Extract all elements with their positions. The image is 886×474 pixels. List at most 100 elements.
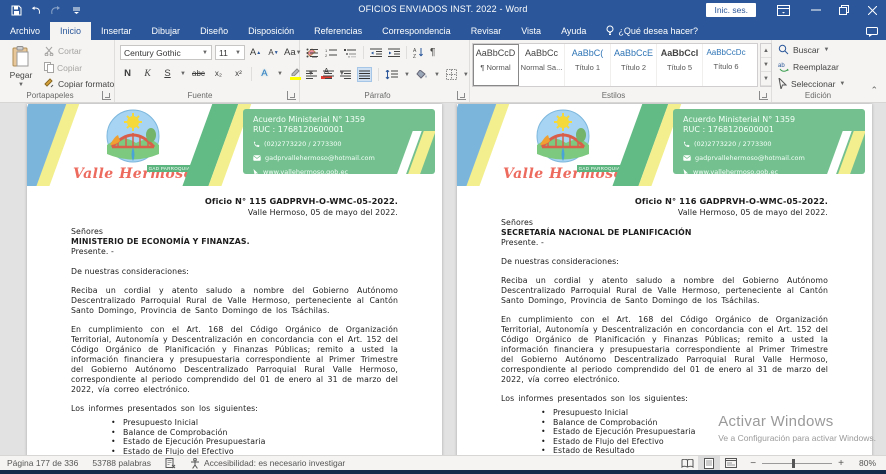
feedback-icon[interactable]	[866, 27, 878, 37]
styles-scroll-down-icon[interactable]: ▼	[761, 58, 771, 72]
paste-button[interactable]: Pegar ▼	[4, 42, 38, 88]
select-caret-icon: ▼	[839, 81, 845, 87]
undo-icon[interactable]	[30, 4, 42, 16]
page-indicator[interactable]: Página 177 de 336	[0, 458, 85, 468]
restore-button[interactable]	[830, 0, 858, 20]
line-spacing-button[interactable]	[385, 70, 398, 80]
print-layout-button[interactable]	[698, 456, 720, 470]
bullets-button[interactable]	[306, 48, 319, 58]
multilevel-list-button[interactable]	[344, 48, 357, 58]
tab-inicio[interactable]: Inicio	[50, 22, 91, 40]
justify-button[interactable]	[357, 67, 372, 82]
style-titulo-5[interactable]: AaBbCcI Título 5	[657, 44, 703, 86]
accessibility-status[interactable]: Accesibilidad: es necesario investigar	[183, 458, 352, 469]
copy-button[interactable]: Copiar	[44, 62, 82, 73]
align-right-button[interactable]	[340, 70, 351, 80]
borders-caret-icon[interactable]: ▼	[463, 72, 469, 78]
tab-revisar[interactable]: Revisar	[461, 22, 512, 40]
document-page-2[interactable]: Valle Hermoso GAD PARROQUIAL Acuerdo Min…	[457, 104, 872, 455]
paragraph-dialog-launcher-icon[interactable]	[457, 91, 466, 100]
strikethrough-button[interactable]: abc	[191, 66, 206, 81]
tab-disposicion[interactable]: Disposición	[238, 22, 304, 40]
grow-font-button[interactable]: A▲	[248, 45, 263, 60]
tab-vista[interactable]: Vista	[511, 22, 551, 40]
group-styles: AaBbCcD ¶ Normal AaBbCc Normal Sa... AaB…	[470, 40, 772, 102]
style-normal-sa[interactable]: AaBbCc Normal Sa...	[519, 44, 565, 86]
customize-qat-icon[interactable]	[70, 4, 82, 16]
style-normal[interactable]: AaBbCcD ¶ Normal	[473, 44, 519, 86]
shading-button[interactable]	[416, 70, 428, 79]
align-left-button[interactable]	[306, 70, 317, 80]
zoom-out-icon[interactable]: −	[750, 458, 756, 469]
underline-button[interactable]: S	[160, 66, 175, 81]
tab-insertar[interactable]: Insertar	[91, 22, 142, 40]
font-size-combobox[interactable]: 11▼	[215, 45, 245, 60]
tab-referencias[interactable]: Referencias	[304, 22, 372, 40]
zoom-in-icon[interactable]: +	[838, 458, 844, 469]
word-count[interactable]: 53788 palabras	[85, 458, 158, 468]
presente: Presente. -	[501, 238, 828, 248]
document-page-1[interactable]: Valle Hermoso GAD PARROQUIAL Acuerdo Min…	[27, 104, 442, 455]
select-button[interactable]: Seleccionar ▼	[778, 78, 845, 89]
styles-scroll-up-icon[interactable]: ▲	[761, 44, 771, 58]
find-button[interactable]: Buscar ▼	[778, 44, 829, 55]
increase-indent-button[interactable]	[388, 48, 400, 58]
ribbon-display-options-icon[interactable]	[770, 0, 796, 20]
font-name-combobox[interactable]: Century Gothic▼	[120, 45, 212, 60]
tell-me-box[interactable]: ¿Qué desea hacer?	[596, 21, 708, 40]
minimize-button[interactable]	[802, 0, 830, 20]
style-titulo-1[interactable]: AaBbC( Título 1	[565, 44, 611, 86]
underline-caret-icon[interactable]: ▼	[180, 71, 186, 77]
tab-archivo[interactable]: Archivo	[0, 22, 50, 40]
line-spacing-caret-icon[interactable]: ▼	[404, 72, 410, 78]
save-icon[interactable]	[10, 4, 22, 16]
text-effects-button[interactable]: A	[257, 66, 272, 81]
tab-diseno[interactable]: Diseño	[190, 22, 238, 40]
list-item: Presupuesto Inicial	[123, 418, 398, 428]
styles-more-icon[interactable]: ▼	[761, 72, 771, 86]
show-marks-button[interactable]: ¶	[430, 47, 435, 58]
text-effects-caret-icon[interactable]: ▼	[277, 71, 283, 77]
group-label-clipboard: Portapapeles	[0, 91, 100, 100]
zoom-slider[interactable]: − +	[750, 458, 844, 469]
cut-button[interactable]: Cortar	[44, 46, 82, 56]
tab-ayuda[interactable]: Ayuda	[551, 22, 596, 40]
email-icon	[253, 155, 261, 161]
align-center-button[interactable]	[323, 70, 334, 80]
clipboard-dialog-launcher-icon[interactable]	[102, 91, 111, 100]
collapse-ribbon-icon[interactable]: ⌃	[870, 85, 878, 96]
svg-text:2: 2	[325, 53, 328, 58]
styles-gallery: AaBbCcD ¶ Normal AaBbCc Normal Sa... AaB…	[472, 43, 758, 87]
numbering-button[interactable]: 12	[325, 48, 338, 58]
change-case-button[interactable]: Aa▼	[284, 45, 302, 60]
replace-icon: ab	[778, 61, 789, 72]
zoom-level[interactable]: 80%	[852, 458, 886, 468]
web-layout-button[interactable]	[720, 456, 742, 470]
letterhead: Valle Hermoso GAD PARROQUIAL Acuerdo Min…	[27, 104, 442, 186]
decrease-indent-button[interactable]	[370, 48, 382, 58]
sort-button[interactable]: AZ	[413, 47, 424, 58]
italic-button[interactable]: K	[140, 66, 155, 81]
subscript-button[interactable]: x₂	[211, 66, 226, 81]
proofing-status-icon[interactable]	[158, 458, 183, 469]
replace-button[interactable]: ab Reemplazar	[778, 61, 839, 72]
sign-in-button[interactable]: Inic. ses.	[706, 3, 756, 17]
font-dialog-launcher-icon[interactable]	[287, 91, 296, 100]
shading-caret-icon[interactable]: ▼	[434, 72, 440, 78]
ribbon-tab-row: Archivo Inicio Insertar Dibujar Diseño D…	[0, 20, 886, 40]
styles-dialog-launcher-icon[interactable]	[759, 91, 768, 100]
redo-icon[interactable]	[50, 4, 62, 16]
borders-button[interactable]	[446, 69, 457, 80]
read-mode-button[interactable]	[676, 456, 698, 470]
style-titulo-2[interactable]: AaBbCcE Título 2	[611, 44, 657, 86]
zoom-slider-thumb[interactable]	[792, 459, 795, 468]
tab-dibujar[interactable]: Dibujar	[142, 22, 191, 40]
shrink-font-button[interactable]: A▼	[266, 45, 281, 60]
close-button[interactable]	[858, 0, 886, 20]
letter-body: Oficio N° 116 GADPRVH-O-WMC-05-2022. Val…	[457, 186, 872, 455]
bold-button[interactable]: N	[120, 66, 135, 81]
superscript-button[interactable]: x²	[231, 66, 246, 81]
format-painter-button[interactable]: Copiar formato	[44, 78, 114, 89]
tab-correspondencia[interactable]: Correspondencia	[372, 22, 461, 40]
style-titulo-6[interactable]: AaBbCcDc Título 6	[703, 44, 749, 86]
